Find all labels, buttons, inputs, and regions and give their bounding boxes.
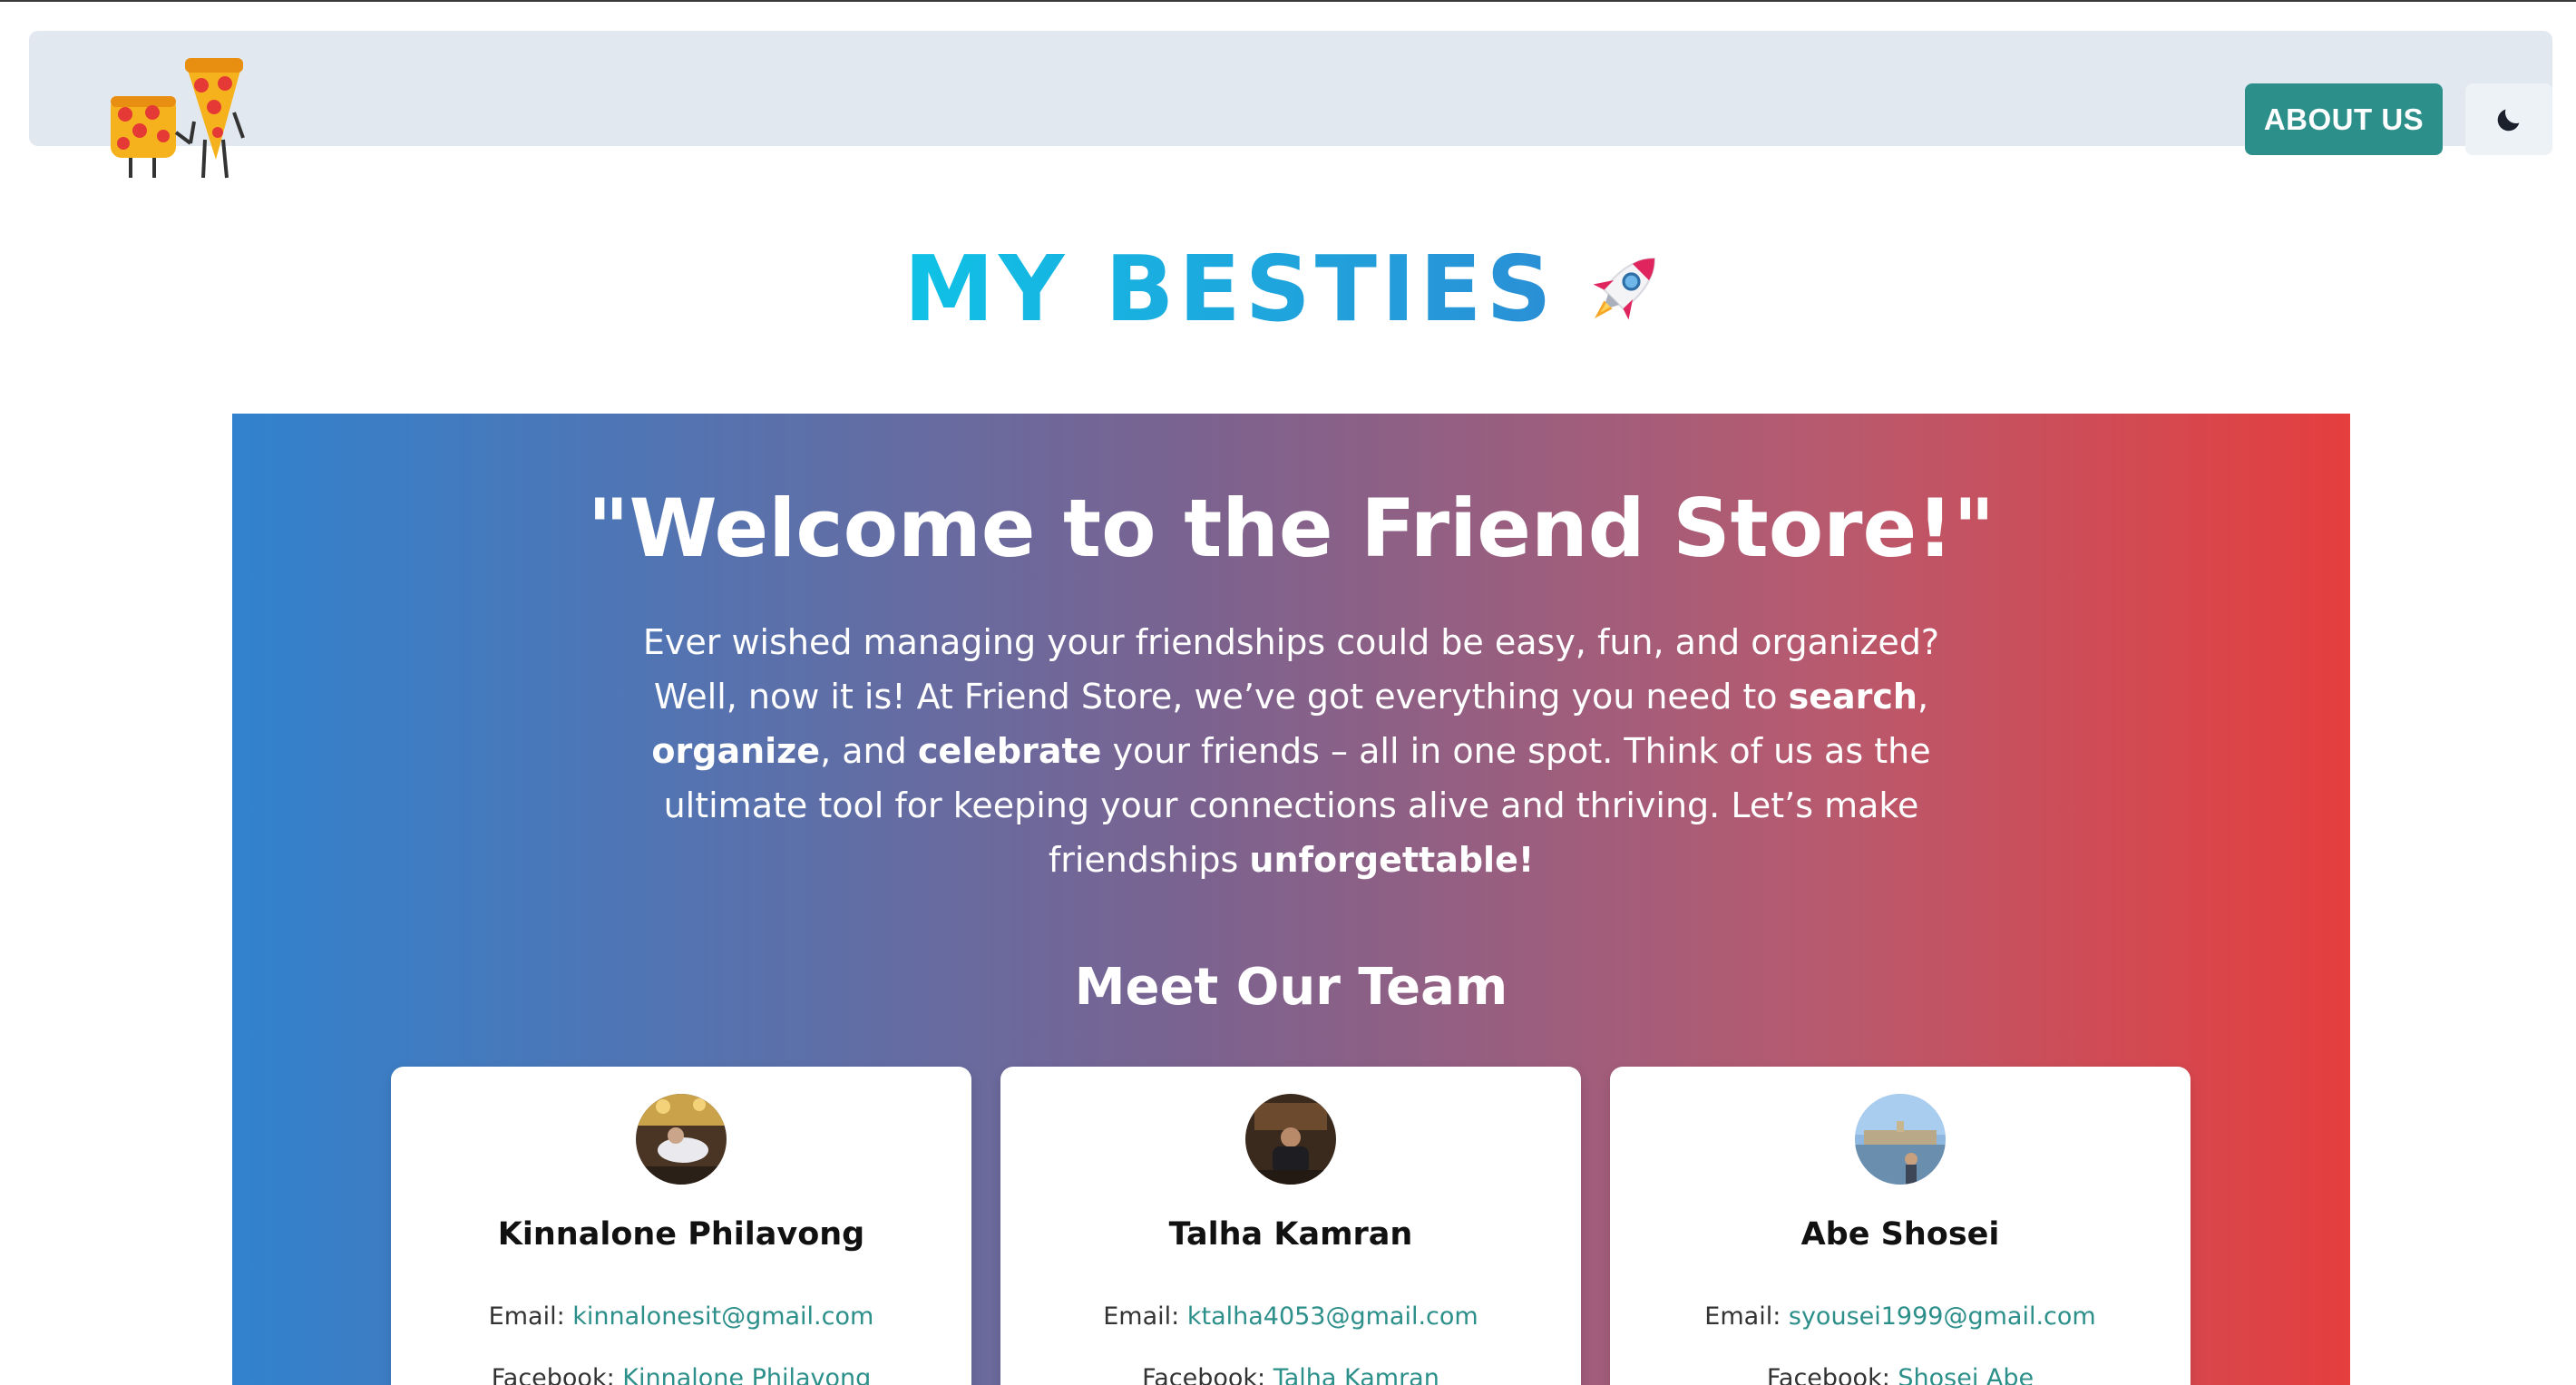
hero-text-part: Ever wished managing your friendships co… (642, 622, 1940, 717)
rocket-icon (1593, 257, 1655, 320)
theme-toggle-button[interactable] (2465, 83, 2552, 155)
email-label: Email: (1103, 1302, 1187, 1331)
team-member-card: Kinnalone Philavong Email: kinnalonesit@… (391, 1067, 971, 1385)
email-label: Email: (1704, 1302, 1789, 1331)
member-email: Email: ktalha4053@gmail.com (1000, 1302, 1581, 1331)
pizza-friends-logo[interactable] (107, 49, 249, 183)
team-heading: Meet Our Team (1074, 958, 1508, 1017)
hero-heading: "Welcome to the Friend Store!" (587, 482, 1995, 575)
page-title: MY BESTIES (0, 234, 2576, 343)
avatar (1245, 1094, 1336, 1185)
avatar (636, 1094, 727, 1185)
facebook-link[interactable]: Shosei Abe (1898, 1364, 2034, 1385)
facebook-label: Facebook: (1142, 1364, 1273, 1385)
facebook-link[interactable]: Talha Kamran (1273, 1364, 1439, 1385)
hero-text-emphasis: unforgettable! (1249, 840, 1535, 880)
hero-text-emphasis: celebrate (917, 731, 1102, 771)
navbar: ABOUT US (29, 31, 2552, 179)
hero-text: Ever wished managing your friendships co… (613, 615, 1969, 887)
email-label: Email: (488, 1302, 573, 1331)
facebook-label: Facebook: (491, 1364, 623, 1385)
hero-text-emphasis: search (1788, 677, 1917, 717)
email-link[interactable]: syousei1999@gmail.com (1789, 1302, 2096, 1331)
member-email: Email: kinnalonesit@gmail.com (391, 1302, 971, 1331)
member-name: Talha Kamran (1168, 1216, 1413, 1253)
about-us-button[interactable]: ABOUT US (2245, 83, 2443, 155)
avatar (1855, 1094, 1946, 1185)
member-facebook: Facebook: Kinnalone Philavong (391, 1364, 971, 1385)
hero-text-emphasis: organize (651, 731, 821, 771)
moon-icon (2497, 109, 2520, 131)
hero-text-part: , (1917, 677, 1929, 717)
member-email: Email: syousei1999@gmail.com (1610, 1302, 2191, 1331)
facebook-label: Facebook: (1766, 1364, 1898, 1385)
hero-text-part: , and (820, 731, 918, 771)
email-link[interactable]: kinnalonesit@gmail.com (572, 1302, 873, 1331)
member-facebook: Facebook: Shosei Abe (1610, 1364, 2191, 1385)
top-border (0, 0, 2576, 2)
email-link[interactable]: ktalha4053@gmail.com (1187, 1302, 1478, 1331)
team-member-card: Talha Kamran Email: ktalha4053@gmail.com… (1000, 1067, 1581, 1385)
member-name: Abe Shosei (1800, 1216, 2000, 1253)
team-member-card: Abe Shosei Email: syousei1999@gmail.com … (1610, 1067, 2191, 1385)
facebook-link[interactable]: Kinnalone Philavong (622, 1364, 871, 1385)
page-title-text: MY BESTIES (903, 235, 1556, 342)
member-facebook: Facebook: Talha Kamran (1000, 1364, 1581, 1385)
hero-section: "Welcome to the Friend Store!" Ever wish… (232, 414, 2350, 1385)
member-name: Kinnalone Philavong (497, 1216, 865, 1253)
